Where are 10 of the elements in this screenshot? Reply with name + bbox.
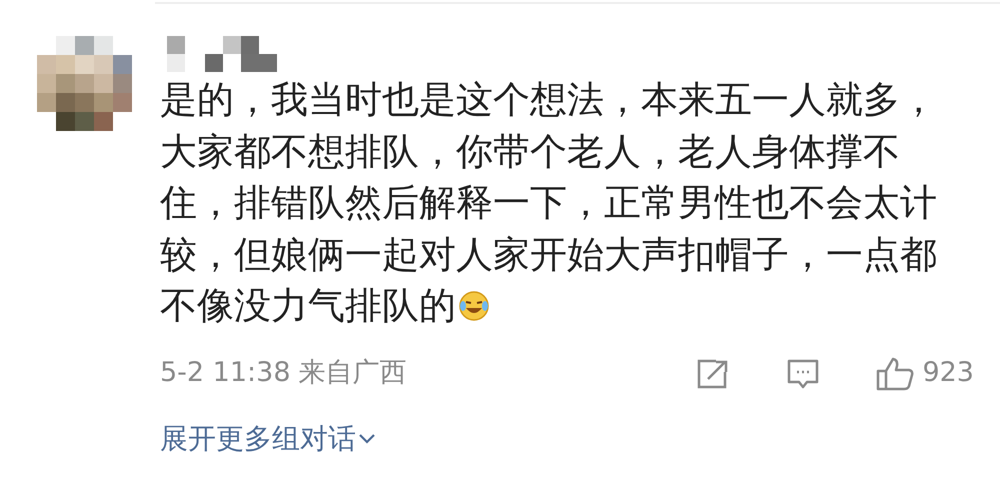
location-text: 来自广西 (298, 356, 406, 390)
thumbs-up-icon[interactable] (876, 356, 914, 390)
share-icon[interactable] (696, 358, 730, 390)
comment-text: 是的，我当时也是这个想法，本来五一人就多，大家都不想排队，你带个老人，老人身体撑不住，排错队然后解释一下，正常男性也不会太计较，但娘俩一起对人家开始大声扣帽子，一点都不像没力气排队的 (160, 77, 938, 329)
comment-icon[interactable] (786, 358, 820, 390)
expand-conversation-link[interactable]: 展开更多组对话 (160, 418, 376, 460)
timestamp: 5-2 11:38 (160, 356, 290, 390)
chevron-down-icon (358, 432, 376, 444)
like-count: 923 (922, 356, 974, 390)
laughing-crying-face-icon (458, 290, 490, 322)
